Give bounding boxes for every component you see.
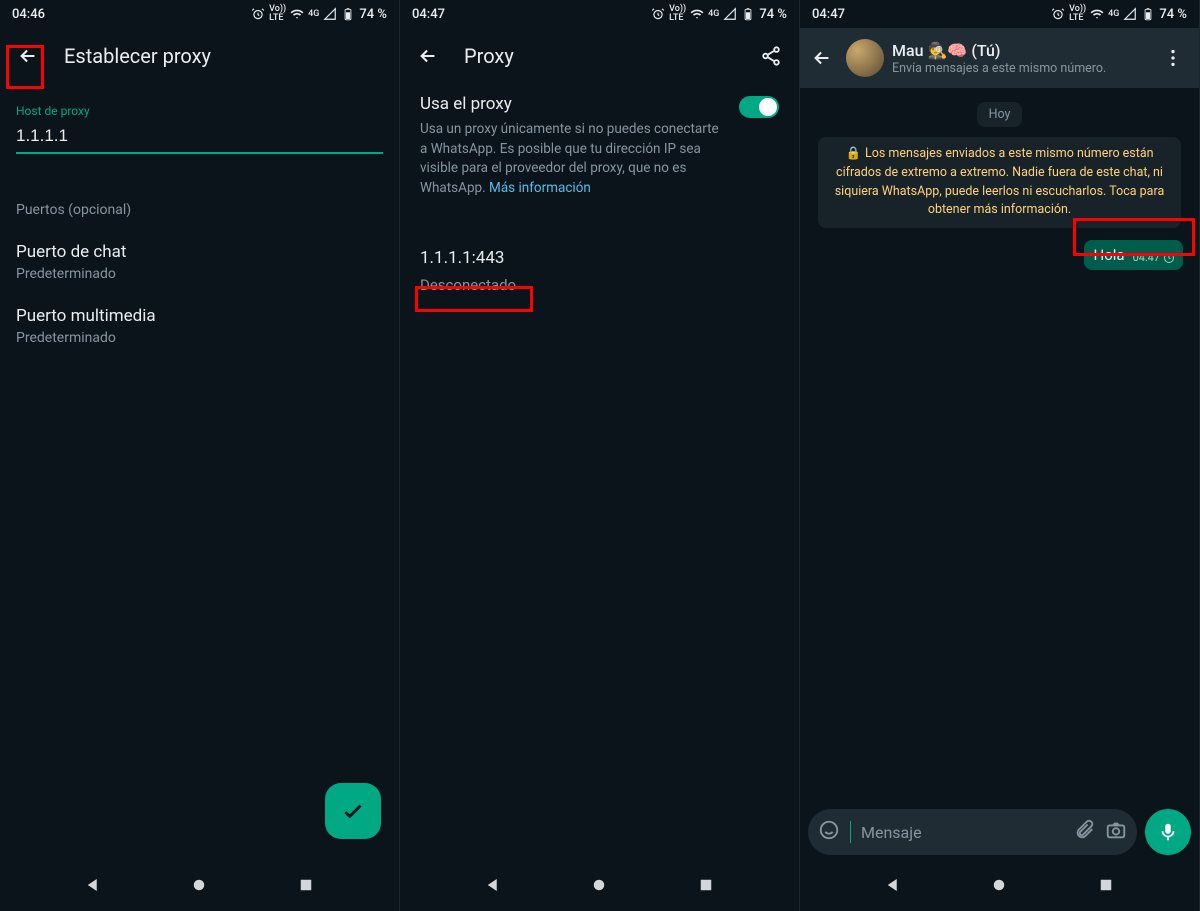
media-port-row[interactable]: Puerto multimedia Predeterminado xyxy=(16,306,383,346)
battery-icon xyxy=(1141,7,1155,21)
ports-section-label: Puertos (opcional) xyxy=(16,202,383,218)
page-title: Establecer proxy xyxy=(64,44,391,68)
signal-icon xyxy=(323,7,337,21)
screen-proxy: 04:47 Vo))LTE 4G 74 % Proxy xyxy=(400,0,800,911)
content: Usa el proxy Usa un proxy únicamente si … xyxy=(400,84,799,294)
more-info-link[interactable]: Más información xyxy=(489,180,591,196)
nav-home[interactable] xyxy=(590,876,608,898)
signal-icon xyxy=(723,7,737,21)
chat-titles[interactable]: Mau 🕵️🧠 (Tú) Envía mensajes a este mismo… xyxy=(892,41,1145,76)
media-port-title: Puerto multimedia xyxy=(16,306,383,326)
status-time: 04:47 xyxy=(812,7,845,22)
nav-recent[interactable] xyxy=(297,876,315,898)
lock-icon: 🔒 xyxy=(845,146,861,161)
battery-percent: 74 % xyxy=(359,7,387,22)
clock-icon xyxy=(1163,252,1175,264)
volte-icon: Vo))LTE xyxy=(669,5,686,23)
chat-port-sub: Predeterminado xyxy=(16,266,383,282)
app-bar: Proxy xyxy=(400,28,799,84)
screen-establecer-proxy: 04:46 Vo))LTE 4G 74 % Establecer proxy H… xyxy=(0,0,400,911)
input-bar: Mensaje xyxy=(808,809,1191,855)
form-area: Host de proxy Puertos (opcional) Puerto … xyxy=(0,84,399,346)
back-button[interactable] xyxy=(408,36,448,76)
use-proxy-title: Usa el proxy xyxy=(420,94,727,114)
confirm-fab[interactable] xyxy=(325,783,381,839)
proxy-status: Desconectado xyxy=(420,276,779,294)
status-time: 04:46 xyxy=(12,7,45,22)
message-text: Hola xyxy=(1094,246,1125,264)
camera-icon[interactable] xyxy=(1105,819,1127,845)
alarm-icon xyxy=(651,7,665,21)
date-chip: Hoy xyxy=(977,102,1023,127)
battery-percent: 74 % xyxy=(759,7,787,22)
use-proxy-row[interactable]: Usa el proxy Usa un proxy únicamente si … xyxy=(420,94,779,198)
input-placeholder: Mensaje xyxy=(861,823,1063,842)
avatar[interactable] xyxy=(846,39,884,77)
nav-recent[interactable] xyxy=(1097,876,1115,898)
media-port-sub: Predeterminado xyxy=(16,330,383,346)
proxy-host-row[interactable]: 1.1.1.1:443 xyxy=(420,248,779,268)
encryption-banner[interactable]: 🔒Los mensajes enviados a este mismo núme… xyxy=(818,137,1181,228)
use-proxy-desc: Usa un proxy únicamente si no puedes con… xyxy=(420,120,727,198)
more-button[interactable] xyxy=(1153,38,1193,78)
android-nav-bar xyxy=(0,863,399,911)
wifi-icon xyxy=(1090,7,1104,21)
battery-icon xyxy=(741,7,755,21)
status-time: 04:47 xyxy=(412,7,445,22)
back-button[interactable] xyxy=(8,36,48,76)
screen-chat: 04:47 Vo))LTE 4G 74 % Mau 🕵️🧠 (Tú) xyxy=(800,0,1200,911)
volte-icon: Vo))LTE xyxy=(1069,5,1086,23)
status-bar: 04:46 Vo))LTE 4G 74 % xyxy=(0,0,399,28)
status-right: Vo))LTE 4G 74 % xyxy=(1051,5,1187,23)
status-right: Vo))LTE 4G 74 % xyxy=(251,5,387,23)
share-button[interactable] xyxy=(751,36,791,76)
page-title: Proxy xyxy=(464,44,735,68)
signal-icon xyxy=(1123,7,1137,21)
android-nav-bar xyxy=(400,863,799,911)
attach-icon[interactable] xyxy=(1073,819,1095,845)
app-bar: Establecer proxy xyxy=(0,28,399,84)
network-label: 4G xyxy=(1108,10,1119,19)
message-row: Hola 04:47 xyxy=(810,240,1189,270)
nav-recent[interactable] xyxy=(697,876,715,898)
network-label: 4G xyxy=(308,10,319,19)
nav-back[interactable] xyxy=(884,876,902,898)
message-time: 04:47 xyxy=(1133,251,1160,264)
status-bar: 04:47 Vo))LTE 4G 74 % xyxy=(400,0,799,28)
android-nav-bar xyxy=(800,863,1199,911)
network-label: 4G xyxy=(708,10,719,19)
nav-back[interactable] xyxy=(84,876,102,898)
wifi-icon xyxy=(290,7,304,21)
use-proxy-toggle[interactable] xyxy=(739,96,779,118)
host-label: Host de proxy xyxy=(16,104,383,118)
mic-button[interactable] xyxy=(1145,809,1191,855)
back-button[interactable] xyxy=(806,38,838,78)
nav-home[interactable] xyxy=(190,876,208,898)
message-input[interactable]: Mensaje xyxy=(808,809,1137,855)
chat-port-row[interactable]: Puerto de chat Predeterminado xyxy=(16,242,383,282)
proxy-host-input[interactable] xyxy=(16,122,383,154)
emoji-icon[interactable] xyxy=(818,819,840,845)
nav-home[interactable] xyxy=(990,876,1008,898)
chat-app-bar: Mau 🕵️🧠 (Tú) Envía mensajes a este mismo… xyxy=(800,28,1199,88)
input-cursor xyxy=(850,821,851,843)
nav-back[interactable] xyxy=(484,876,502,898)
message-bubble-out[interactable]: Hola 04:47 xyxy=(1084,240,1183,270)
status-bar: 04:47 Vo))LTE 4G 74 % xyxy=(800,0,1199,28)
volte-icon: Vo))LTE xyxy=(269,5,286,23)
alarm-icon xyxy=(251,7,265,21)
chat-port-title: Puerto de chat xyxy=(16,242,383,262)
battery-percent: 74 % xyxy=(1159,7,1187,22)
message-meta: 04:47 xyxy=(1133,251,1175,264)
contact-name: Mau 🕵️🧠 (Tú) xyxy=(892,41,1145,60)
contact-sub: Envía mensajes a este mismo número. xyxy=(892,61,1145,76)
battery-icon xyxy=(341,7,355,21)
status-right: Vo))LTE 4G 74 % xyxy=(651,5,787,23)
chat-body: Hoy 🔒Los mensajes enviados a este mismo … xyxy=(800,88,1199,911)
wifi-icon xyxy=(690,7,704,21)
alarm-icon xyxy=(1051,7,1065,21)
